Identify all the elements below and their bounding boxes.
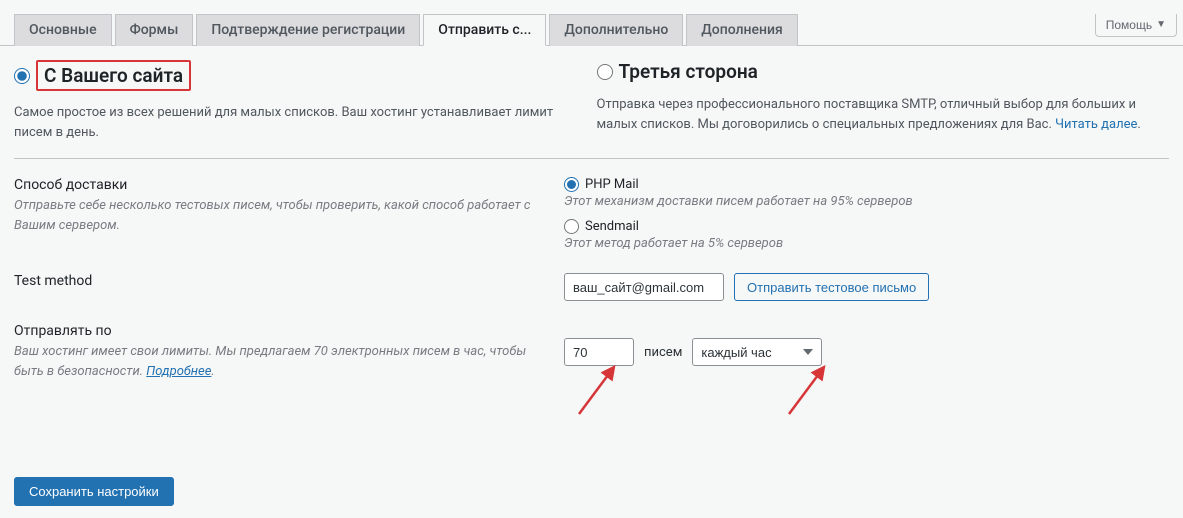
tab-forms[interactable]: Формы [115, 14, 194, 46]
emails-per-input[interactable] [564, 338, 634, 366]
option-own-site-title[interactable]: С Вашего сайта [36, 60, 191, 91]
arrow-icon [574, 359, 624, 419]
arrow-icon [784, 359, 834, 419]
delivery-method-label: Способ доставки [14, 177, 554, 193]
tab-addons[interactable]: Дополнения [686, 14, 798, 46]
learn-more-link[interactable]: Подробнее [146, 364, 211, 379]
delivery-method-hint: Отправьте себе несколько тестовых писем,… [14, 196, 554, 235]
tab-send-with[interactable]: Отправить с... [423, 14, 546, 46]
tab-advanced[interactable]: Дополнительно [549, 14, 683, 46]
tab-basic[interactable]: Основные [14, 14, 112, 46]
phpmail-label[interactable]: PHP Mail [585, 177, 639, 192]
sendmail-label[interactable]: Sendmail [585, 219, 639, 234]
save-settings-button[interactable]: Сохранить настройки [14, 477, 174, 506]
radio-sendmail[interactable] [564, 219, 579, 234]
test-email-input[interactable] [564, 273, 724, 301]
emails-unit: писем [644, 345, 682, 360]
help-label: Помощь [1106, 18, 1152, 32]
read-more-link[interactable]: Читать далее [1055, 117, 1137, 132]
tab-confirmation[interactable]: Подтверждение регистрации [196, 14, 420, 46]
send-by-hint: Ваш хостинг имеет свои лимиты. Мы предла… [14, 342, 554, 381]
radio-own-site[interactable] [14, 68, 30, 84]
phpmail-hint: Этот механизм доставки писем работает на… [564, 194, 1169, 209]
radio-phpmail[interactable] [564, 177, 579, 192]
option-third-party-title[interactable]: Третья сторона [619, 60, 758, 83]
option-third-party-desc: Отправка через профессионального поставщ… [597, 95, 1170, 134]
option-own-site-desc: Самое простое из всех решений для малых … [14, 103, 587, 142]
test-method-label: Test method [14, 273, 554, 289]
send-by-label: Отправлять по [14, 323, 554, 339]
interval-select[interactable]: каждый час [692, 338, 822, 366]
tabs-nav: Основные Формы Подтверждение регистрации… [0, 14, 1183, 46]
send-by-hint-text: Ваш хостинг имеет свои лимиты. Мы предла… [14, 344, 526, 379]
chevron-down-icon: ▼ [1156, 20, 1166, 30]
send-test-button[interactable]: Отправить тестовое письмо [734, 273, 929, 301]
sendmail-hint: Этот метод работает на 5% серверов [564, 236, 1169, 251]
radio-third-party[interactable] [597, 64, 613, 80]
help-toggle[interactable]: Помощь ▼ [1095, 14, 1177, 37]
divider [14, 158, 1169, 159]
